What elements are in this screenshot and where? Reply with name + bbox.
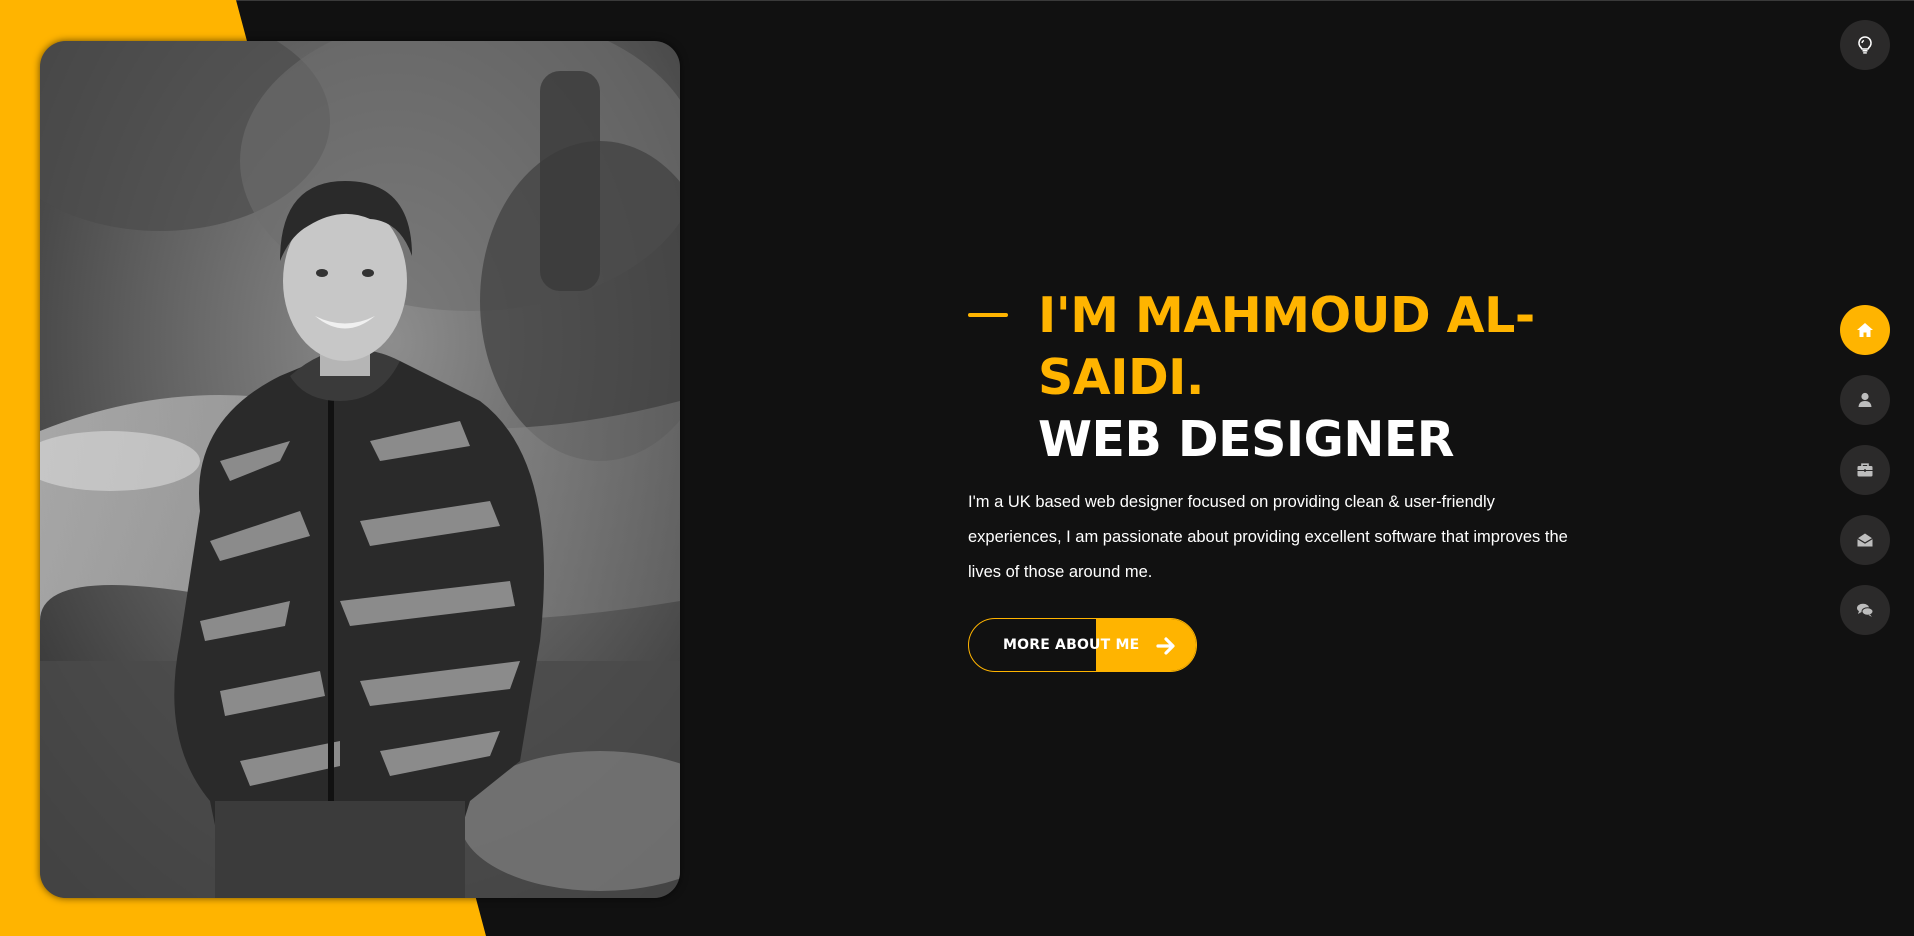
user-icon [1858, 392, 1872, 407]
nav-contact-button[interactable] [1840, 515, 1890, 565]
top-border [0, 0, 1914, 1]
nav-blog-button[interactable] [1840, 585, 1890, 635]
home-icon [1857, 323, 1873, 337]
nav-about-button[interactable] [1840, 375, 1890, 425]
comments-icon [1857, 603, 1874, 617]
hero-heading: I'M MAHMOUD AL-SAIDI. WEB DESIGNER [1038, 285, 1558, 471]
briefcase-icon [1857, 463, 1873, 477]
lightbulb-icon [1858, 36, 1872, 54]
heading-accent-line [968, 313, 1008, 317]
nav-home-button[interactable] [1840, 305, 1890, 355]
button-label: MORE ABOUT ME [1003, 637, 1140, 653]
hero-role: WEB DESIGNER [1038, 411, 1455, 468]
arrow-right-icon [1156, 637, 1175, 655]
profile-photo-illustration [40, 41, 680, 898]
more-about-me-button[interactable]: MORE ABOUT ME [968, 618, 1197, 672]
hero-intro: I'm a UK based web designer focused on p… [968, 493, 1568, 581]
hero-name: I'M MAHMOUD AL-SAIDI. [1038, 287, 1535, 406]
profile-photo [40, 41, 680, 898]
nav-portfolio-button[interactable] [1840, 445, 1890, 495]
theme-toggle-button[interactable] [1840, 20, 1890, 70]
envelope-open-icon [1857, 533, 1873, 547]
